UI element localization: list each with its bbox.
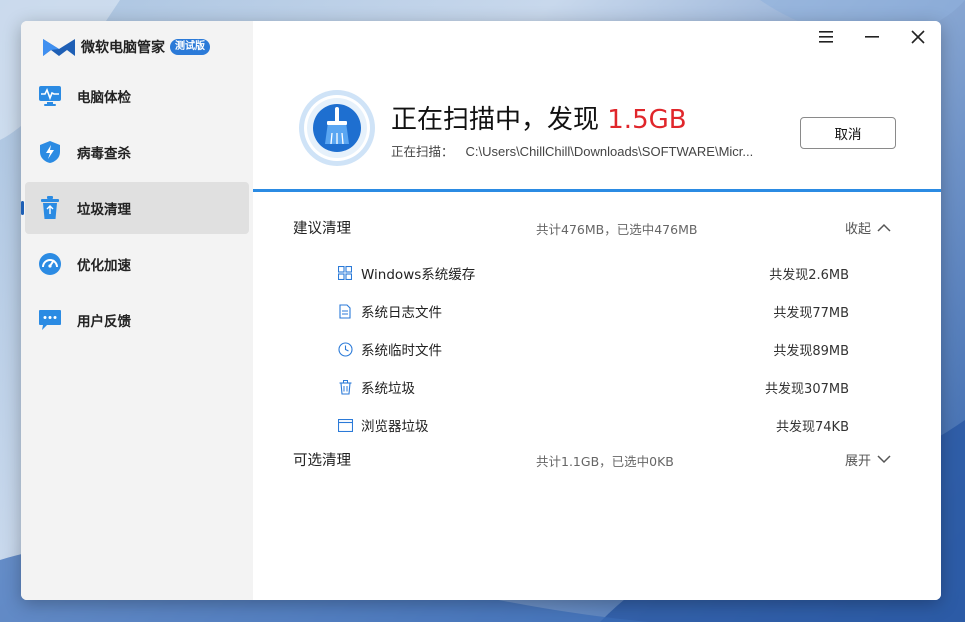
app-window: 微软电脑管家 测试版 电脑体检 病毒查杀 垃圾清理 优化加速 用户反馈 正在扫描… <box>21 21 941 600</box>
scan-title: 正在扫描中，发现 1.5GB <box>391 99 687 136</box>
menu-icon <box>819 31 833 43</box>
section-recommended: 建议清理 共计476MB，已选中476MB 收起 <box>293 217 903 241</box>
sidebar-item-optimize[interactable]: 优化加速 <box>25 238 249 290</box>
sidebar-item-virus-scan[interactable]: 病毒查杀 <box>25 126 249 178</box>
item-value: 共发现89MB <box>773 343 849 359</box>
section-title: 建议清理 <box>293 221 351 237</box>
list-item[interactable]: 系统垃圾 共发现307MB <box>337 368 849 406</box>
sidebar-item-health-check[interactable]: 电脑体检 <box>25 70 249 122</box>
shield-bolt-icon <box>37 139 63 165</box>
item-label: 系统日志文件 <box>361 305 442 321</box>
item-label: 系统临时文件 <box>361 343 442 359</box>
main-panel: 正在扫描中，发现 1.5GB 正在扫描： C:\Users\ChillChill\… <box>253 21 941 600</box>
section-summary: 共计1.1GB，已选中0KB <box>536 454 674 469</box>
list-item[interactable]: 浏览器垃圾 共发现74KB <box>337 406 849 444</box>
minimize-button[interactable] <box>858 27 886 47</box>
scan-status: 正在扫描： C:\Users\ChillChill\Downloads\SOFTW… <box>391 141 753 160</box>
sidebar-item-label: 用户反馈 <box>77 314 131 330</box>
chat-bubble-icon <box>37 307 63 333</box>
scan-current-path: C:\Users\ChillChill\Downloads\SOFTWARE\M… <box>465 144 754 159</box>
chevron-up-icon <box>877 223 891 232</box>
item-value: 共发现2.6MB <box>769 267 849 283</box>
list-item[interactable]: 系统临时文件 共发现89MB <box>337 330 849 368</box>
beta-badge: 测试版 <box>170 39 210 55</box>
item-value: 共发现74KB <box>776 419 849 435</box>
app-logo-icon <box>43 39 75 56</box>
scan-progress-fill <box>253 189 941 192</box>
section-title: 可选清理 <box>293 453 351 469</box>
scan-status-label: 正在扫描： <box>391 144 454 159</box>
sidebar-item-label: 电脑体检 <box>77 90 131 106</box>
found-size: 1.5GB <box>607 105 687 135</box>
close-button[interactable] <box>904 27 932 47</box>
sidebar-item-label: 垃圾清理 <box>77 202 131 218</box>
collapse-toggle[interactable]: 收起 <box>845 218 891 237</box>
sidebar-item-label: 病毒查杀 <box>77 146 131 162</box>
broom-scan-icon <box>299 90 375 166</box>
recycle-bin-icon <box>37 195 63 221</box>
item-label: 系统垃圾 <box>361 381 415 397</box>
windows-logo-icon <box>337 265 353 281</box>
chevron-down-icon <box>877 455 891 464</box>
item-value: 共发现307MB <box>765 381 849 397</box>
list-item[interactable]: Windows系统缓存 共发现2.6MB <box>337 254 849 292</box>
sidebar: 微软电脑管家 测试版 电脑体检 病毒查杀 垃圾清理 优化加速 用户反馈 <box>21 21 253 600</box>
sidebar-nav: 电脑体检 病毒查杀 垃圾清理 优化加速 用户反馈 <box>21 70 249 350</box>
minimize-icon <box>865 36 879 38</box>
browser-window-icon <box>337 417 353 433</box>
sidebar-item-junk-cleanup[interactable]: 垃圾清理 <box>21 182 249 234</box>
app-name: 微软电脑管家 <box>81 40 165 56</box>
cancel-button[interactable]: 取消 <box>800 117 896 149</box>
item-label: 浏览器垃圾 <box>361 419 429 435</box>
toggle-label: 收起 <box>844 222 871 237</box>
menu-button[interactable] <box>812 27 840 47</box>
section-optional: 可选清理 共计1.1GB，已选中0KB 展开 <box>293 449 903 473</box>
recommended-items-list: Windows系统缓存 共发现2.6MB 系统日志文件 共发现77MB 系统临时… <box>337 254 849 444</box>
item-value: 共发现77MB <box>773 305 849 321</box>
scan-progress-bar <box>253 189 941 192</box>
scan-title-text: 正在扫描中，发现 <box>391 105 608 135</box>
brand: 微软电脑管家 测试版 <box>41 35 210 59</box>
clock-icon <box>337 341 353 357</box>
expand-toggle[interactable]: 展开 <box>845 450 891 469</box>
toggle-label: 展开 <box>844 454 871 469</box>
monitor-pulse-icon <box>37 83 63 109</box>
speedometer-icon <box>37 251 63 277</box>
close-icon <box>911 30 925 44</box>
item-label: Windows系统缓存 <box>361 267 476 283</box>
list-item[interactable]: 系统日志文件 共发现77MB <box>337 292 849 330</box>
document-icon <box>337 303 353 319</box>
section-summary: 共计476MB，已选中476MB <box>536 222 698 237</box>
sidebar-item-label: 优化加速 <box>77 258 131 274</box>
trash-icon <box>337 379 353 395</box>
sidebar-item-feedback[interactable]: 用户反馈 <box>25 294 249 346</box>
